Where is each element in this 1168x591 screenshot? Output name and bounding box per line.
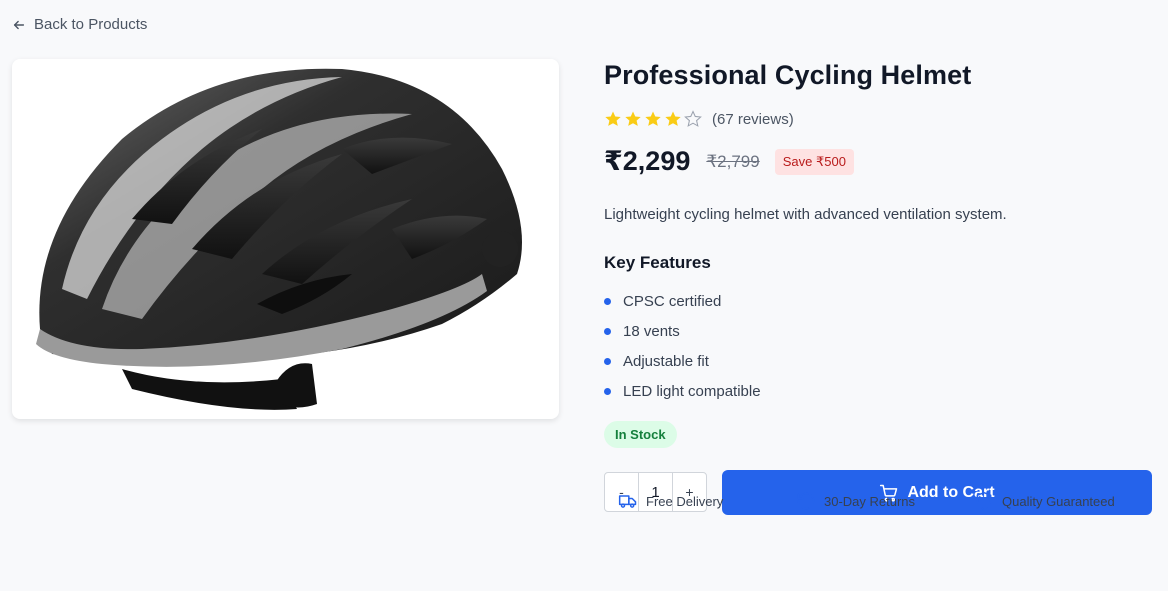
review-count[interactable]: (67 reviews) (712, 111, 794, 128)
rotate-icon (797, 492, 815, 510)
perk-label: 30-Day Returns (824, 493, 916, 509)
perk-label: Free Delivery (646, 493, 724, 509)
stock-status-badge: In Stock (604, 421, 677, 448)
perk-returns: 30-Day Returns (796, 491, 974, 511)
feature-item: CPSC certified (604, 286, 761, 316)
features-list: CPSC certified 18 vents Adjustable fit L… (604, 286, 761, 406)
feature-item: Adjustable fit (604, 346, 761, 376)
star-filled-icon (625, 111, 641, 126)
arrow-left-icon (13, 20, 25, 29)
bullet-icon (604, 327, 611, 335)
product-title: Professional Cycling Helmet (604, 60, 972, 90)
product-detail-page: Back to Products Professional Cycling He… (0, 0, 1168, 591)
bullet-icon (604, 297, 611, 305)
feature-item: LED light compatible (604, 376, 761, 406)
bullet-icon (604, 387, 611, 395)
perk-label: Quality Guaranteed (1002, 493, 1115, 509)
star-empty-icon (684, 110, 702, 127)
feature-label: 18 vents (623, 322, 680, 340)
perk-quality: Quality Guaranteed (974, 491, 1115, 511)
back-to-products-link[interactable]: Back to Products (12, 16, 147, 33)
star-filled-icon (605, 111, 621, 126)
price-row: ₹2,299 ₹2,799 Save ₹500 (604, 146, 854, 177)
truck-icon (618, 495, 637, 508)
product-info: Professional Cycling Helmet (67 reviews)… (604, 60, 1152, 515)
savings-badge: Save ₹500 (774, 148, 854, 175)
helmet-image (36, 68, 523, 410)
perks-row: Free Delivery 30-Day Returns Quality Gua… (618, 491, 1115, 511)
product-image (12, 59, 559, 419)
feature-label: Adjustable fit (623, 352, 709, 370)
back-link-label: Back to Products (34, 16, 148, 33)
product-description: Lightweight cycling helmet with advanced… (604, 206, 1007, 223)
star-filled-icon (645, 111, 661, 126)
star-filled-icon (665, 111, 681, 126)
perk-free-delivery: Free Delivery (618, 491, 796, 511)
feature-item: 18 vents (604, 316, 761, 346)
features-heading: Key Features (604, 253, 711, 272)
original-price: ₹2,799 (706, 151, 760, 171)
current-price: ₹2,299 (604, 146, 691, 176)
shield-icon (976, 491, 992, 511)
rating: (67 reviews) (604, 110, 794, 128)
bullet-icon (604, 357, 611, 365)
feature-label: CPSC certified (623, 292, 722, 310)
feature-label: LED light compatible (623, 382, 761, 400)
